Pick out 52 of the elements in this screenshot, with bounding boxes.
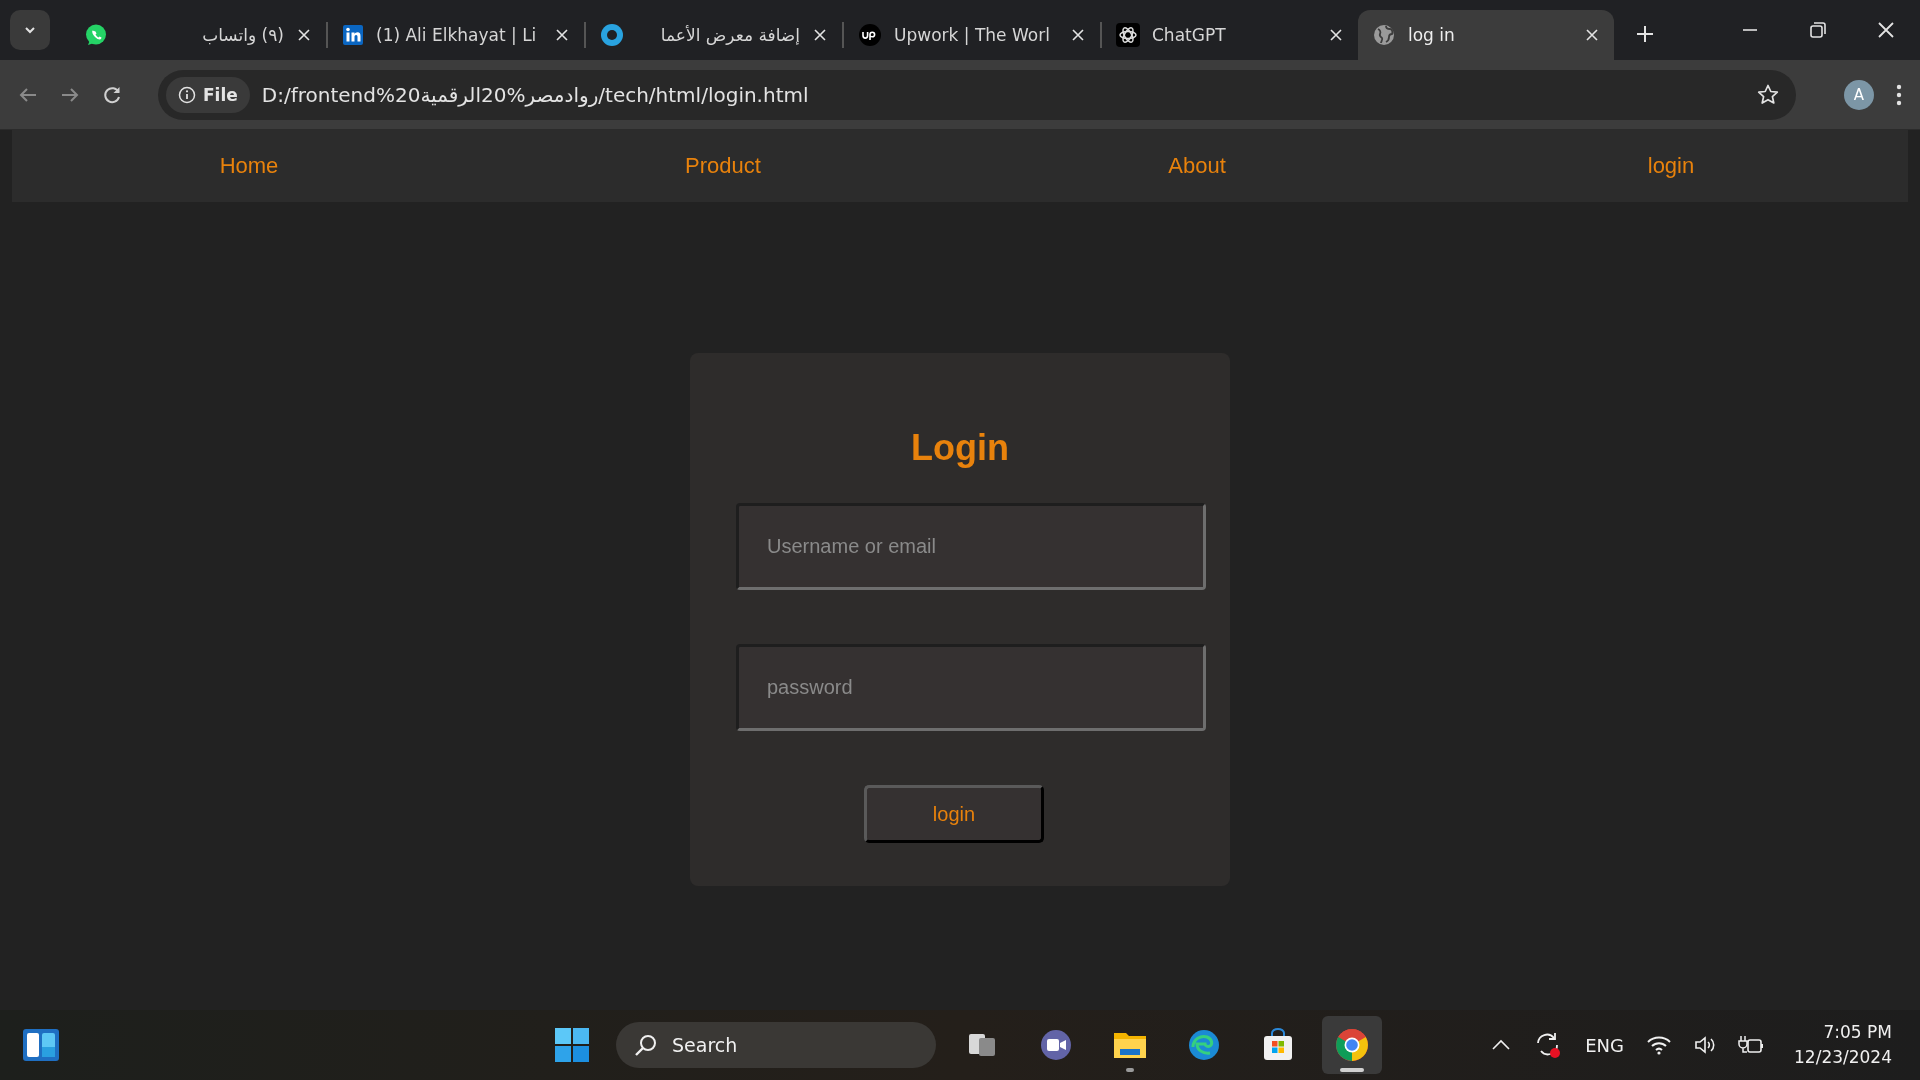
close-icon[interactable]	[296, 27, 312, 43]
time-text: 7:05 PM	[1823, 1021, 1892, 1044]
browser-tab[interactable]: Upwork | The Worl	[844, 10, 1100, 60]
reload-icon[interactable]	[102, 84, 122, 105]
video-chat-icon	[1039, 1028, 1073, 1062]
shopping-bag-icon	[1262, 1028, 1294, 1062]
login-button[interactable]: login	[864, 785, 1044, 843]
form-title: Login	[911, 426, 1009, 470]
nav-link[interactable]: login	[1647, 153, 1695, 179]
browser-tab[interactable]: log in	[1358, 10, 1614, 60]
up-logo-icon	[858, 23, 882, 47]
password-field[interactable]: password	[736, 644, 1206, 731]
nav-link[interactable]: About	[1168, 153, 1226, 179]
taskbar-app-button[interactable]	[1322, 1016, 1382, 1074]
widgets-icon[interactable]	[22, 1028, 60, 1062]
language-indicator[interactable]: ENG	[1585, 1034, 1624, 1056]
close-icon[interactable]	[812, 27, 828, 43]
windows-logo-icon	[554, 1027, 590, 1063]
browser-tab[interactable]: ChatGPT	[1102, 10, 1358, 60]
username-field[interactable]: Username or email	[736, 503, 1206, 590]
close-icon[interactable]	[1328, 27, 1344, 43]
restore-icon[interactable]	[1809, 21, 1827, 39]
close-icon[interactable]	[1070, 27, 1086, 43]
search-field[interactable]: Search	[616, 1022, 936, 1068]
date-text: 12/23/2024	[1794, 1046, 1892, 1069]
wave-logo-icon	[1187, 1028, 1221, 1062]
ring-icon	[600, 23, 624, 47]
nav-link[interactable]: Product	[685, 153, 761, 179]
battery-icon[interactable]	[1738, 1034, 1764, 1056]
chat-bubble-icon	[84, 23, 108, 47]
search-icon	[634, 1033, 658, 1057]
browser-tab[interactable]: إضافة معرض الأعما	[586, 10, 842, 60]
volume-icon[interactable]	[1694, 1035, 1716, 1055]
round-logo-icon	[1334, 1027, 1370, 1063]
browser-tab[interactable]: (٩) واتساب	[70, 10, 326, 60]
close-icon[interactable]	[1584, 27, 1600, 43]
globe-icon	[1372, 23, 1396, 47]
nav-link[interactable]: Home	[219, 153, 279, 179]
clock[interactable]: 7:05 PM 12/23/2024	[1794, 1020, 1892, 1070]
info-icon	[178, 85, 196, 104]
in-logo-icon	[342, 24, 364, 46]
plus-icon	[1636, 24, 1654, 43]
site-info-chip[interactable]: File	[166, 76, 250, 113]
knot-logo-icon	[1116, 23, 1140, 47]
close-icon[interactable]	[554, 27, 570, 43]
browser-tab[interactable]: (1) Ali Elkhayat | Li	[328, 10, 584, 60]
close-icon[interactable]	[1877, 21, 1895, 39]
star-icon[interactable]	[1756, 82, 1780, 107]
more-menu-icon[interactable]	[1896, 83, 1902, 106]
url-text: D:/frontend%20روادمصر%20الرقمية/tech/html/login.html	[261, 82, 810, 107]
chevron-up-icon[interactable]	[1491, 1039, 1512, 1051]
wifi-icon[interactable]	[1646, 1035, 1672, 1055]
